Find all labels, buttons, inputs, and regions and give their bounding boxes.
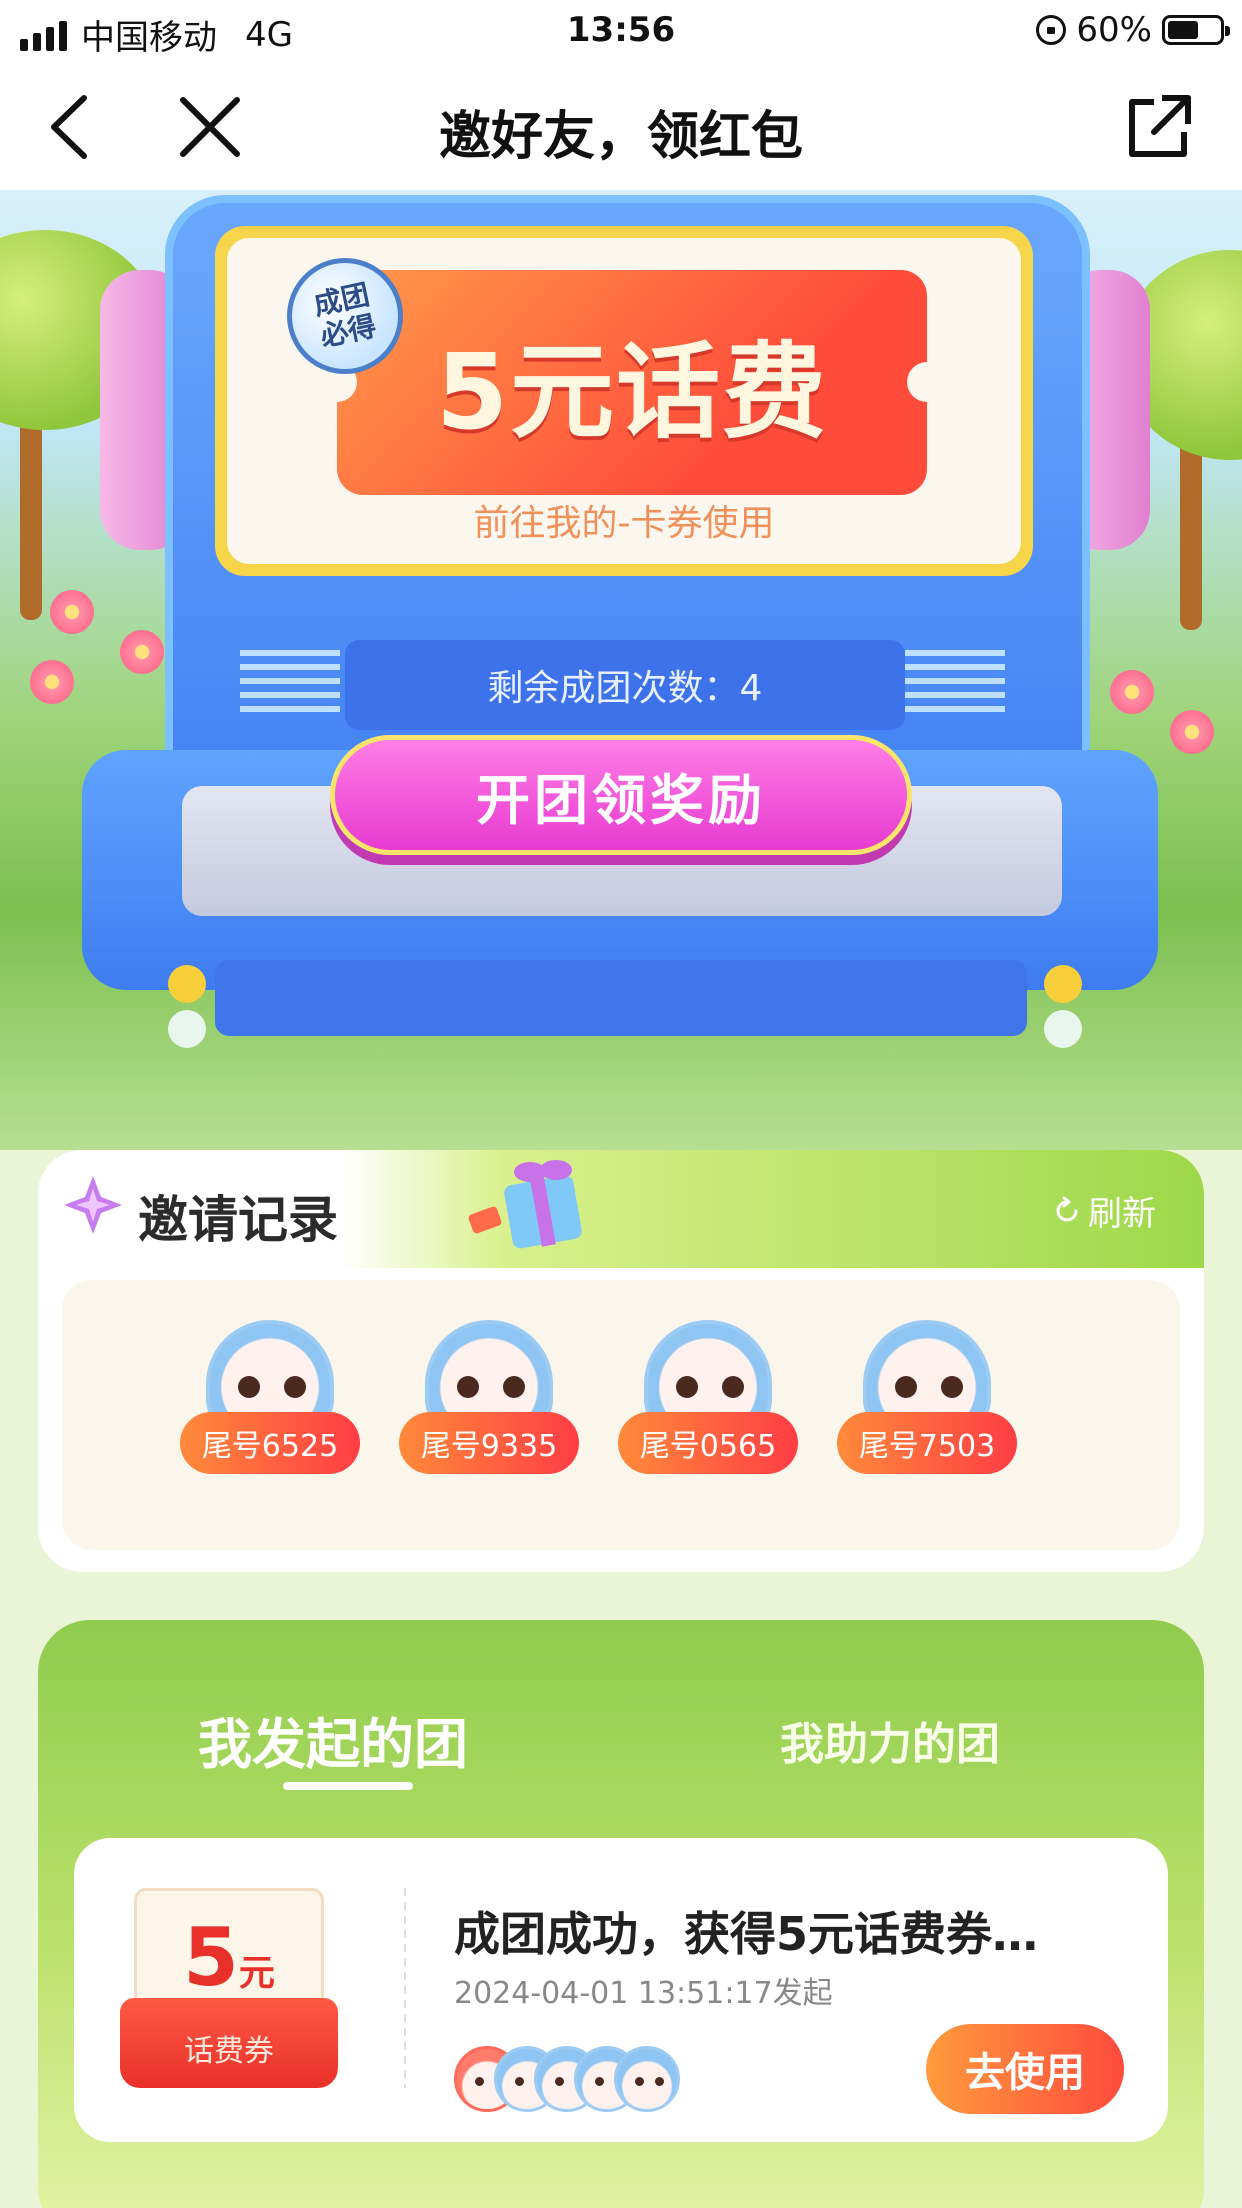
star-icon: [64, 1176, 122, 1234]
divider: [404, 1888, 406, 2088]
coupon-unit: 元: [238, 1953, 275, 1994]
indicator-dot: [1044, 965, 1082, 1003]
refresh-icon: [1056, 1196, 1078, 1221]
friend-avatar: 尾号9335: [399, 1320, 579, 1500]
gift-icon: [468, 1160, 582, 1249]
machine-panel: [215, 960, 1027, 1036]
coupon-amount: 5: [183, 1911, 239, 2004]
open-group-button[interactable]: 开团领奖励: [330, 735, 912, 855]
invite-record-card: 邀请记录 刷新 尾号6525 尾号9335 尾号0565 尾号7503: [38, 1150, 1204, 1572]
invite-record-header: 邀请记录 刷新: [38, 1150, 1204, 1268]
invite-record-title: 邀请记录: [138, 1191, 338, 1249]
share-icon[interactable]: [1124, 92, 1194, 162]
orientation-lock-icon: [1036, 15, 1067, 45]
nav-bar: 邀好友，领红包: [0, 62, 1242, 190]
coupon-icon: 5 元 话费券: [120, 1888, 338, 2088]
indicator-dot: [168, 1010, 206, 1048]
refresh-label: 刷新: [1088, 1194, 1156, 1234]
tab-indicator: [283, 1782, 413, 1790]
indicator-dot: [1044, 1010, 1082, 1048]
coupon-label: 话费券: [120, 1998, 338, 2088]
page-title: 邀好友，领红包: [438, 107, 803, 167]
friend-avatar: 尾号6525: [180, 1320, 360, 1500]
prize-screen: 5元话费 成团必得 前往我的-卡券使用: [215, 226, 1033, 576]
friend-list: 尾号6525 尾号9335 尾号0565 尾号7503: [62, 1280, 1180, 1550]
group-item: 5 元 话费券 成团成功，获得5元话费券… 2024-04-01 13:51:1…: [74, 1838, 1168, 2142]
group-card: 我发起的团 我助力的团 5 元 话费券 成团成功，获得5元话费券… 2024-0…: [38, 1620, 1204, 2208]
refresh-button[interactable]: 刷新: [1052, 1186, 1156, 1235]
friend-phone-tail: 尾号6525: [180, 1412, 360, 1474]
friend-phone-tail: 尾号9335: [399, 1412, 579, 1474]
hero-banner: 5元话费 成团必得 前往我的-卡券使用 剩余成团次数：4 开团领奖励: [0, 190, 1242, 1150]
vent-right: [905, 650, 1005, 720]
usage-hint: 前往我的-卡券使用: [473, 503, 775, 544]
prize-ticket: 5元话费: [317, 270, 947, 495]
flower-icon: [1110, 670, 1154, 714]
avatar: [614, 2046, 680, 2112]
battery-icon: [1162, 15, 1230, 45]
member-avatars: [454, 2046, 694, 2114]
indicator-dot: [168, 965, 206, 1003]
prize-amount: 5元话费: [435, 331, 829, 453]
friend-phone-tail: 尾号7503: [837, 1412, 1017, 1474]
friend-avatar: 尾号0565: [618, 1320, 798, 1500]
friend-phone-tail: 尾号0565: [618, 1412, 798, 1474]
flower-icon: [30, 660, 74, 704]
battery-percent: 60%: [1076, 10, 1152, 50]
flower-icon: [50, 590, 94, 634]
remaining-count: 剩余成团次数：4: [345, 640, 905, 730]
tab-helped-groups[interactable]: 我助力的团: [780, 1708, 1000, 1772]
vent-left: [240, 650, 340, 720]
friend-avatar: 尾号7503: [837, 1320, 1017, 1500]
group-status-title: 成团成功，获得5元话费券…: [454, 1907, 1039, 1961]
use-coupon-button[interactable]: 去使用: [926, 2024, 1124, 2114]
status-right: 60%: [1036, 10, 1230, 50]
group-start-time: 2024-04-01 13:51:17发起: [454, 1976, 833, 2011]
status-bar: 中国移动 4G 13:56 60%: [0, 0, 1242, 62]
flower-icon: [1170, 710, 1214, 754]
tab-my-groups[interactable]: 我发起的团: [198, 1700, 468, 1779]
flower-icon: [120, 630, 164, 674]
